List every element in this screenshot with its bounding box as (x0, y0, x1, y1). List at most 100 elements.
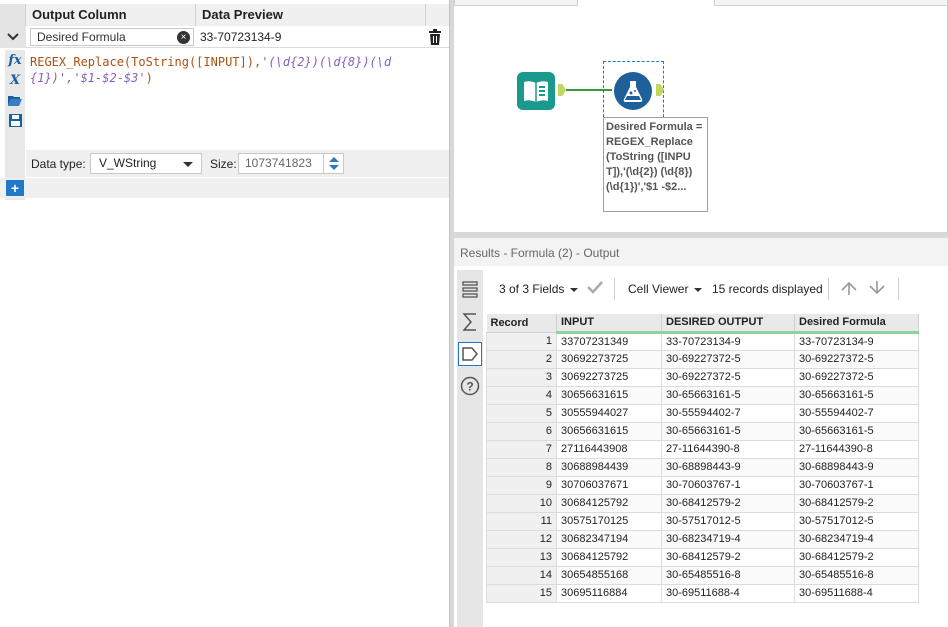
delete-icon[interactable] (428, 29, 442, 45)
output-anchor[interactable] (558, 84, 566, 96)
record-cell[interactable]: 15 (486, 583, 557, 603)
stepper-up-icon[interactable] (329, 157, 339, 162)
record-cell[interactable]: 8 (486, 457, 557, 477)
desired-output-cell[interactable]: 30-69511688-4 (661, 583, 795, 603)
expression-editor[interactable]: REGEX_Replace(ToString([INPUT]),'(\d{2})… (30, 54, 440, 86)
open-icon[interactable] (6, 91, 24, 109)
input-data-tool[interactable] (517, 72, 555, 110)
desired-formula-cell[interactable]: 30-70603767-1 (794, 475, 919, 495)
input-cell[interactable]: 30692273725 (556, 349, 662, 369)
desired-output-cell[interactable]: 30-69227372-5 (661, 349, 795, 369)
input-cell[interactable]: 30692273725 (556, 367, 662, 387)
canvas-tab-right[interactable] (714, 0, 948, 6)
input-cell[interactable]: 30656631615 (556, 421, 662, 441)
table-row[interactable]: 14 30654855168 30-65485516-8 30-65485516-8 (486, 565, 919, 585)
table-row[interactable]: 2 30692273725 30-69227372-5 30-69227372-5 (486, 349, 919, 369)
desired-formula-cell[interactable]: 33-70723134-9 (794, 331, 919, 351)
formula-field-row[interactable]: Desired Formula × 33-70723134-9 (0, 26, 449, 48)
table-row[interactable]: 1 33707231349 33-70723134-9 33-70723134-9 (486, 331, 919, 351)
input-cell[interactable]: 30555944027 (556, 403, 662, 423)
desired-output-cell[interactable]: 30-68234719-4 (661, 529, 795, 549)
desired-output-cell[interactable]: 30-65663161-5 (661, 385, 795, 405)
desired-formula-cell[interactable]: 30-65485516-8 (794, 565, 919, 585)
record-cell[interactable]: 2 (486, 349, 557, 369)
input-cell[interactable]: 27116443908 (556, 439, 662, 459)
desired-formula-cell[interactable]: 30-65663161-5 (794, 421, 919, 441)
desired-output-cell[interactable]: 30-65485516-8 (661, 565, 795, 585)
record-cell[interactable]: 6 (486, 421, 557, 441)
summary-icon[interactable] (458, 310, 482, 334)
table-row[interactable]: 15 30695116884 30-69511688-4 30-69511688-4 (486, 583, 919, 603)
desired-formula-cell[interactable]: 30-65663161-5 (794, 385, 919, 405)
desired-output-cell[interactable]: 33-70723134-9 (661, 331, 795, 351)
apply-check-icon[interactable] (586, 279, 604, 298)
desired-output-cell[interactable]: 30-70603767-1 (661, 475, 795, 495)
table-row[interactable]: 3 30692273725 30-69227372-5 30-69227372-5 (486, 367, 919, 387)
column-header-desired-output[interactable]: DESIRED OUTPUT (661, 314, 795, 334)
column-header-desired-formula[interactable]: Desired Formula (794, 314, 919, 334)
clear-icon[interactable]: × (177, 31, 190, 44)
size-input[interactable]: 1073741823 (238, 153, 344, 174)
table-row[interactable]: 6 30656631615 30-65663161-5 30-65663161-5 (486, 421, 919, 441)
record-cell[interactable]: 4 (486, 385, 557, 405)
record-cell[interactable]: 13 (486, 547, 557, 567)
record-cell[interactable]: 1 (486, 331, 557, 351)
input-cell[interactable]: 30695116884 (556, 583, 662, 603)
desired-formula-cell[interactable]: 27-11644390-8 (794, 439, 919, 459)
input-cell[interactable]: 30688984439 (556, 457, 662, 477)
stepper-down-icon[interactable] (329, 165, 339, 170)
desired-formula-cell[interactable]: 30-68412579-2 (794, 493, 919, 513)
variable-icon[interactable]: X (6, 71, 24, 89)
canvas-tab-left[interactable] (454, 0, 578, 6)
desired-output-cell[interactable]: 30-69227372-5 (661, 367, 795, 387)
fx-icon[interactable]: fx (6, 51, 24, 69)
desired-output-cell[interactable]: 30-68412579-2 (661, 547, 795, 567)
table-row[interactable]: 7 27116443908 27-11644390-8 27-11644390-8 (486, 439, 919, 459)
chevron-down-icon[interactable] (0, 26, 26, 48)
desired-output-cell[interactable]: 30-55594402-7 (661, 403, 795, 423)
input-cell[interactable]: 30656631615 (556, 385, 662, 405)
results-table[interactable]: Record INPUT DESIRED OUTPUT Desired Form… (486, 314, 919, 603)
input-cell[interactable]: 30684125792 (556, 547, 662, 567)
formula-tool[interactable] (614, 72, 652, 110)
record-cell[interactable]: 11 (486, 511, 557, 531)
desired-formula-cell[interactable]: 30-69511688-4 (794, 583, 919, 603)
desired-formula-cell[interactable]: 30-69227372-5 (794, 367, 919, 387)
record-cell[interactable]: 10 (486, 493, 557, 513)
table-row[interactable]: 11 30575170125 30-57517012-5 30-57517012-5 (486, 511, 919, 531)
arrow-up-icon[interactable] (840, 280, 858, 299)
desired-output-cell[interactable]: 30-68412579-2 (661, 493, 795, 513)
cell-viewer-selector[interactable]: Cell Viewer (628, 282, 703, 296)
record-cell[interactable]: 9 (486, 475, 557, 495)
help-icon[interactable]: ? (458, 374, 482, 398)
column-header-input[interactable]: INPUT (556, 314, 662, 334)
table-row[interactable]: 13 30684125792 30-68412579-2 30-68412579-2 (486, 547, 919, 567)
desired-formula-cell[interactable]: 30-69227372-5 (794, 349, 919, 369)
record-cell[interactable]: 14 (486, 565, 557, 585)
desired-formula-cell[interactable]: 30-68898443-9 (794, 457, 919, 477)
table-row[interactable]: 8 30688984439 30-68898443-9 30-68898443-9 (486, 457, 919, 477)
table-row[interactable]: 9 30706037671 30-70603767-1 30-70603767-1 (486, 475, 919, 495)
desired-formula-cell[interactable]: 30-57517012-5 (794, 511, 919, 531)
desired-output-cell[interactable]: 30-68898443-9 (661, 457, 795, 477)
record-cell[interactable]: 12 (486, 529, 557, 549)
input-cell[interactable]: 30682347194 (556, 529, 662, 549)
input-cell[interactable]: 30654855168 (556, 565, 662, 585)
table-row[interactable]: 12 30682347194 30-68234719-4 30-68234719-4 (486, 529, 919, 549)
table-row[interactable]: 5 30555944027 30-55594402-7 30-55594402-7 (486, 403, 919, 423)
data-grid-icon[interactable] (458, 278, 482, 302)
table-row[interactable]: 4 30656631615 30-65663161-5 30-65663161-5 (486, 385, 919, 405)
desired-formula-cell[interactable]: 30-68234719-4 (794, 529, 919, 549)
desired-output-cell[interactable]: 30-65663161-5 (661, 421, 795, 441)
workflow-canvas[interactable]: Desired Formula = REGEX_Replace (ToStrin… (454, 0, 948, 232)
table-row[interactable]: 10 30684125792 30-68412579-2 30-68412579-2 (486, 493, 919, 513)
fields-selector[interactable]: 3 of 3 Fields (499, 282, 579, 296)
record-cell[interactable]: 7 (486, 439, 557, 459)
input-cell[interactable]: 30684125792 (556, 493, 662, 513)
add-field-button[interactable]: + (6, 180, 24, 196)
record-cell[interactable]: 5 (486, 403, 557, 423)
desired-formula-cell[interactable]: 30-68412579-2 (794, 547, 919, 567)
data-type-select[interactable]: V_WString (90, 153, 202, 174)
output-column-input[interactable]: Desired Formula × (30, 28, 194, 46)
save-icon[interactable] (6, 111, 24, 129)
